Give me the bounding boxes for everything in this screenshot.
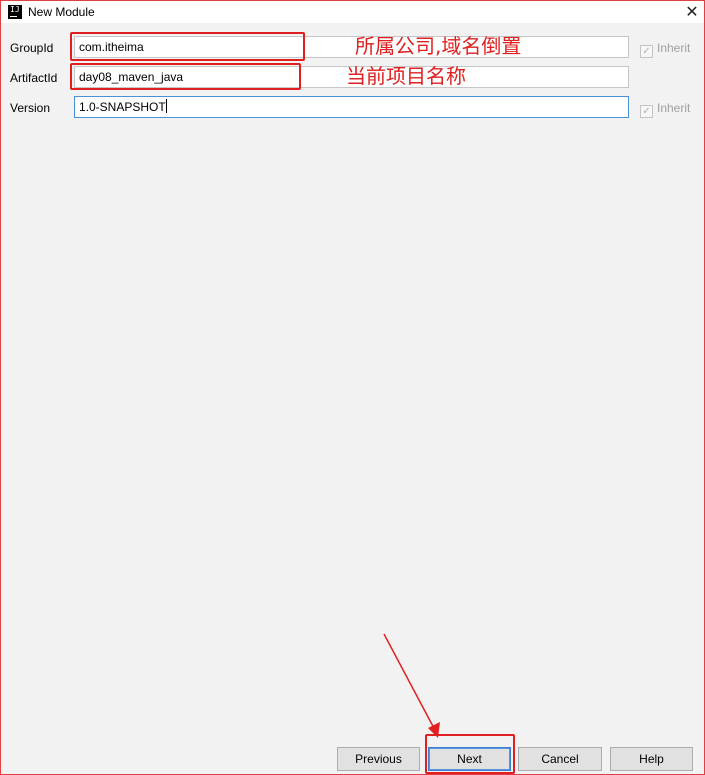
previous-button[interactable]: Previous [337, 747, 420, 771]
cancel-button[interactable]: Cancel [518, 747, 602, 771]
next-button[interactable]: Next [428, 747, 511, 771]
arrow-head [428, 722, 440, 738]
arrow-annotation [383, 633, 440, 738]
help-button[interactable]: Help [610, 747, 693, 771]
arrow-line [383, 633, 437, 733]
